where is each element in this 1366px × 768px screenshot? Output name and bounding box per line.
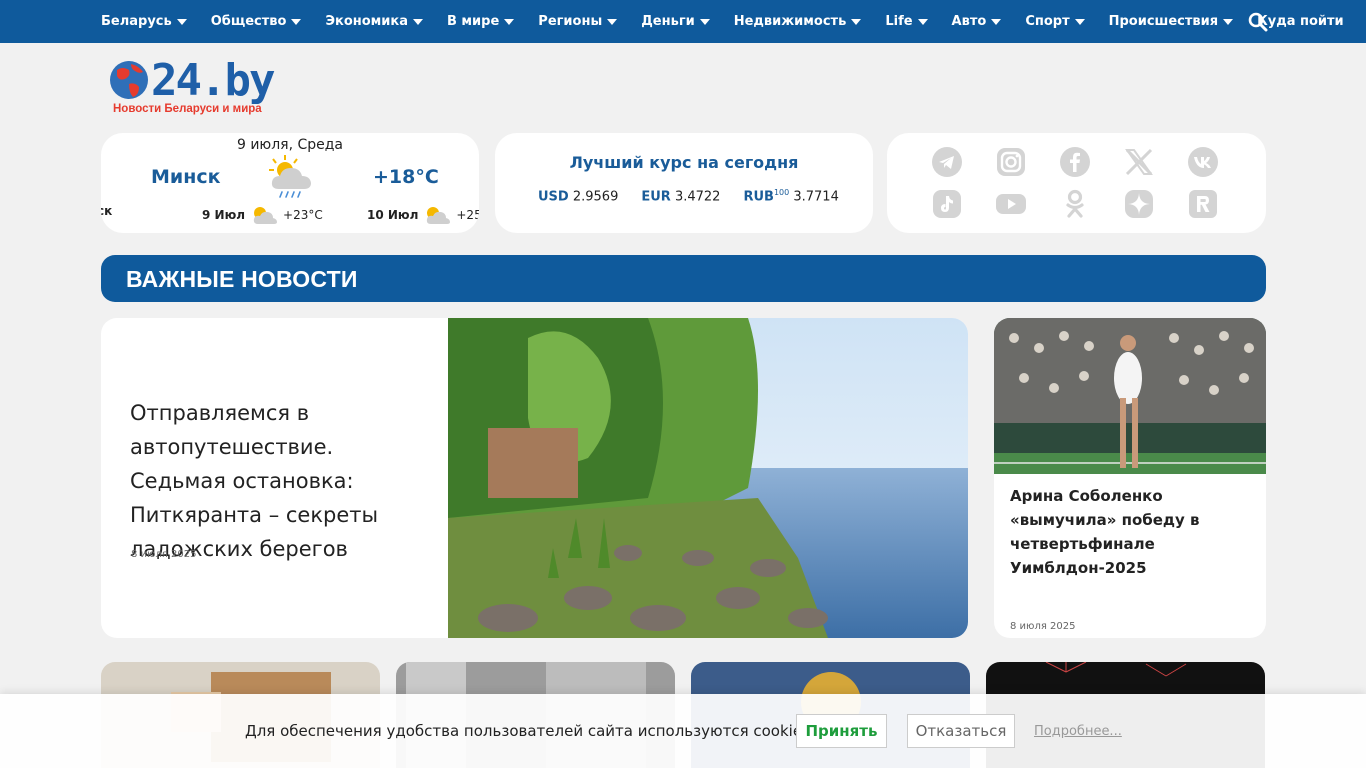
vk-icon[interactable] (1187, 146, 1219, 178)
side-news-date: 8 июля 2025 (1010, 621, 1076, 632)
rate-denomination: 100 (773, 188, 790, 197)
section-title: ВАЖНЫЕ НОВОСТИ (126, 266, 358, 292)
sun-cloud-icon (253, 207, 278, 224)
rate-code: USD (538, 189, 569, 205)
nav-item[interactable]: Происшествия (1108, 14, 1234, 29)
sun-rain-cloud-icon (269, 155, 311, 198)
nav-item[interactable]: Life (885, 14, 928, 29)
chevron-down-icon (176, 18, 187, 25)
nav-item-label: Регионы (538, 14, 603, 29)
nav-item[interactable]: В мире (447, 14, 515, 29)
svg-text:Новости Беларуси и мира: Новости Беларуси и мира (113, 103, 262, 115)
rate-item: USD 2.9569 (538, 188, 618, 204)
cookie-more-link[interactable]: Подробнее... (1034, 724, 1122, 739)
cookie-decline-button[interactable]: Отказаться (907, 714, 1015, 748)
telegram-icon[interactable] (931, 146, 963, 178)
weather-date: 9 июля, Среда (236, 137, 344, 153)
forecast-item: 9 Июл +23°C (202, 204, 323, 226)
weather-temp: +18°C (373, 166, 439, 188)
rates-title: Лучший курс на сегодня (569, 153, 799, 172)
nav-item-label: Деньги (641, 14, 695, 29)
nav-item[interactable]: Деньги (641, 14, 710, 29)
rates-row: USD 2.9569 EUR 3.4722 RUB100 3.7714 (538, 188, 862, 204)
rate-item: RUB100 3.7714 (743, 188, 838, 204)
rate-item: EUR 3.4722 (641, 188, 720, 204)
nav-item[interactable]: Беларусь (101, 14, 187, 29)
rutube-icon[interactable] (1187, 188, 1219, 220)
rate-code: RUB (743, 189, 774, 205)
nav-item-label: В мире (447, 14, 500, 29)
tiktok-icon[interactable] (931, 188, 963, 220)
cookie-banner: Для обеспечения удобства пользователей с… (0, 694, 1366, 768)
chevron-down-icon (504, 18, 515, 25)
nav-item-label: Life (885, 14, 913, 29)
main-news-title[interactable]: Отправляемся в автопутешествие. Седьмая … (130, 396, 430, 566)
nav-item[interactable]: Экономика (325, 14, 423, 29)
forecast-temp: +23°C (283, 208, 323, 222)
odnoklassniki-icon[interactable] (1059, 188, 1091, 220)
side-news-card[interactable]: Арина Соболенко «вымучила» победу в четв… (994, 318, 1266, 638)
chevron-down-icon (607, 18, 618, 25)
x-icon[interactable] (1123, 146, 1155, 178)
weather-city: Минск (151, 166, 221, 188)
nav-item-label: Экономика (325, 14, 408, 29)
forecast-day: 9 Июл (202, 208, 246, 222)
section-header: ВАЖНЫЕ НОВОСТИ (101, 255, 1266, 302)
cookie-message: Для обеспечения удобства пользователей с… (245, 722, 815, 740)
nav-item-label: Общество (210, 14, 287, 29)
chevron-down-icon (851, 18, 862, 25)
cookie-accept-button[interactable]: Принять (796, 714, 887, 748)
youtube-icon[interactable] (995, 188, 1027, 220)
forecast-item: 10 Июл +25 (367, 204, 479, 226)
site-logo[interactable]: 24.by Новости Беларуси и мира (109, 55, 304, 118)
forecast-item-cut: ск (101, 204, 113, 218)
rate-value: 2.9569 (572, 189, 619, 205)
logo-image: 24.by Новости Беларуси и мира (110, 55, 277, 115)
rate-code: EUR (641, 189, 671, 205)
nav-item[interactable]: Общество (211, 14, 302, 29)
nav-item-label: Спорт (1025, 14, 1070, 29)
main-news-image[interactable] (448, 318, 968, 638)
forecast-temp: +25 (456, 208, 479, 222)
weather-widget[interactable]: 9 июля, Среда Минск +18°C ск 9 Июл +23°C… (101, 133, 479, 233)
chevron-down-icon (413, 18, 423, 25)
rate-value: 3.4722 (674, 189, 721, 205)
chevron-down-icon (1223, 18, 1234, 25)
nav-item-label: Беларусь (101, 14, 172, 29)
top-navigation: Беларусь Общество Экономика В мире Регионы Де… (0, 0, 1366, 43)
rate-value: 3.7714 (793, 189, 839, 205)
nav-item[interactable]: Авто (952, 14, 1002, 29)
nav-items: Беларусь Общество Экономика В мире Регионы Де… (101, 0, 1366, 43)
nav-item[interactable]: Куда пойти (1257, 14, 1344, 29)
zen-icon[interactable] (1123, 188, 1155, 220)
side-news-image[interactable] (994, 318, 1266, 474)
nav-item[interactable]: Регионы (538, 14, 618, 29)
chevron-down-icon (917, 18, 928, 25)
main-news-card[interactable]: Отправляемся в автопутешествие. Седьмая … (101, 318, 968, 638)
chevron-down-icon (1074, 18, 1085, 25)
search-icon[interactable] (1248, 12, 1268, 32)
svg-text:24.by: 24.by (151, 58, 275, 106)
social-grid (931, 146, 1219, 220)
instagram-icon[interactable] (995, 146, 1027, 178)
nav-item[interactable]: Спорт (1025, 14, 1085, 29)
nav-item-label: Куда пойти (1257, 14, 1344, 29)
social-links-widget (887, 133, 1266, 233)
nav-item[interactable]: Недвижимость (734, 14, 862, 29)
side-news-title[interactable]: Арина Соболенко «вымучила» победу в четв… (1010, 484, 1250, 580)
exchange-rates-widget[interactable]: Лучший курс на сегодня USD 2.9569 EUR 3.4… (495, 133, 873, 233)
main-news-date: 8 июля 2025 (131, 549, 197, 560)
nav-item-label: Происшествия (1108, 14, 1219, 29)
chevron-down-icon (291, 18, 302, 25)
nav-item-label: Недвижимость (733, 14, 847, 29)
chevron-down-icon (699, 18, 710, 25)
facebook-icon[interactable] (1059, 146, 1091, 178)
chevron-down-icon (991, 18, 1002, 25)
nav-item-label: Авто (951, 14, 987, 29)
sun-cloud-icon (427, 207, 451, 224)
forecast-day: 10 Июл (367, 208, 419, 222)
